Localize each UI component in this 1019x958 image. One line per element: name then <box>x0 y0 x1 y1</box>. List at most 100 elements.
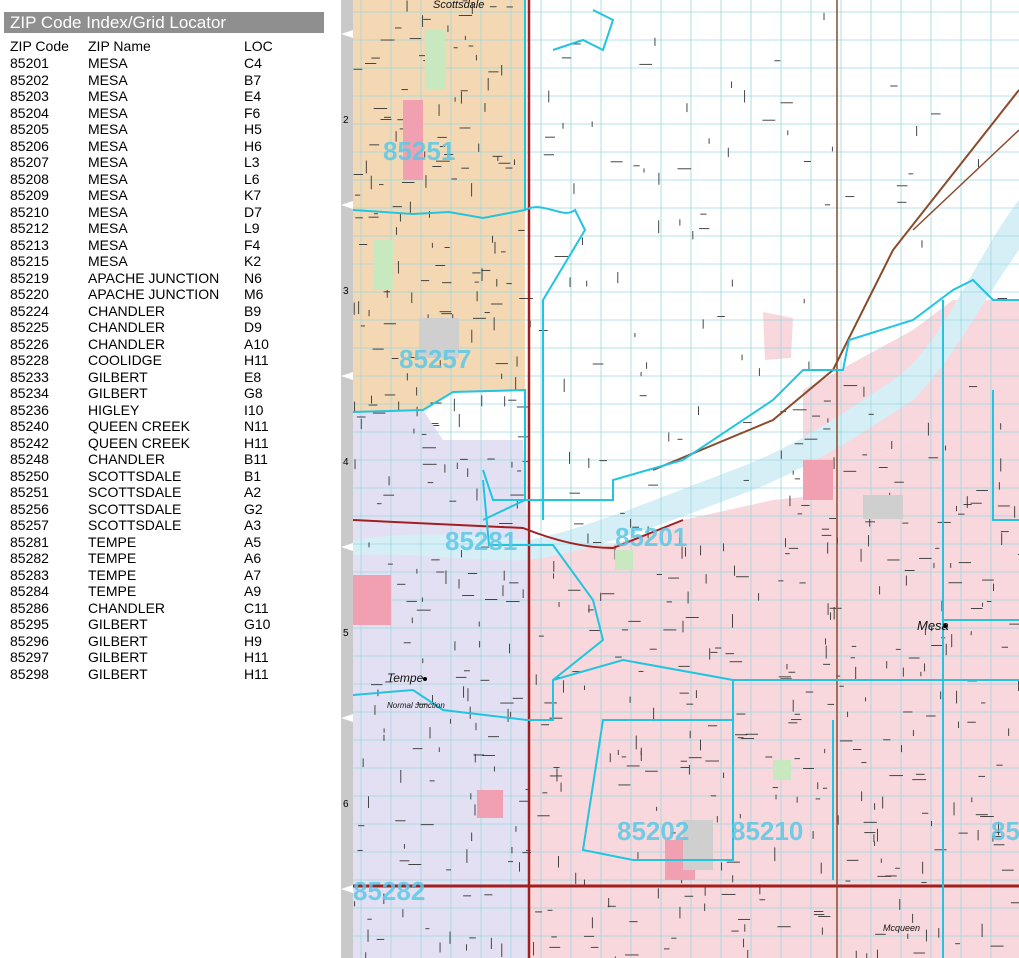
zip-label: 85 <box>991 816 1019 846</box>
ruler-notch <box>341 372 353 380</box>
zip-code: 85219 <box>10 269 49 286</box>
grid-loc: A10 <box>244 335 269 352</box>
zip-index-row: 85205 MESA H5 <box>0 121 330 138</box>
zip-index-row: 85203 MESA E4 <box>0 88 330 105</box>
zip-index-row: 85219 APACHE JUNCTION N6 <box>0 270 330 287</box>
zip-code: 85210 <box>10 203 49 220</box>
zip-code: 85206 <box>10 137 49 154</box>
grid-loc: H5 <box>244 121 262 137</box>
grid-loc: D7 <box>244 203 262 220</box>
grid-loc: A9 <box>244 583 262 599</box>
zip-index-row: 85256 SCOTTSDALE G2 <box>0 501 330 518</box>
zip-code: 85220 <box>10 286 49 302</box>
zip-index-row: 85226 CHANDLER A10 <box>0 336 330 353</box>
grid-row-number: 3 <box>343 286 349 297</box>
zip-name: MESA <box>88 187 128 203</box>
zip-index-row: 85213 MESA F4 <box>0 237 330 254</box>
zip-code: 85234 <box>10 385 49 401</box>
street-map[interactable]: 85251 85257 85281 85201 85202 85210 8528… <box>353 0 1019 958</box>
zip-index-row: 85248 CHANDLER B11 <box>0 451 330 468</box>
zip-name: APACHE JUNCTION <box>88 286 220 302</box>
grid-loc: C4 <box>244 55 262 71</box>
zip-name: MESA <box>88 203 128 220</box>
zip-name: MESA <box>88 88 128 104</box>
zip-index-row: 85283 TEMPE A7 <box>0 567 330 584</box>
zip-code: 85209 <box>10 187 49 203</box>
zip-code: 85236 <box>10 401 49 418</box>
grid-loc: L3 <box>244 154 260 170</box>
zip-index-row: 85233 GILBERT E8 <box>0 369 330 386</box>
ruler-notch <box>341 201 353 209</box>
zip-name: MESA <box>88 220 128 236</box>
zip-name: MESA <box>88 137 128 154</box>
golf-course <box>803 460 833 500</box>
zip-code: 85233 <box>10 368 49 385</box>
zip-code: 85281 <box>10 533 49 550</box>
zip-code: 85208 <box>10 170 49 187</box>
zip-label: 85251 <box>383 136 455 166</box>
grid-loc: E8 <box>244 368 262 385</box>
park <box>373 240 393 290</box>
zip-index-row: 85220 APACHE JUNCTION M6 <box>0 286 330 303</box>
zip-index-row: 85224 CHANDLER B9 <box>0 303 330 320</box>
grid-loc: D9 <box>244 319 262 335</box>
zip-name: SCOTTSDALE <box>88 467 182 484</box>
grid-loc: A6 <box>244 550 262 566</box>
grid-loc: N11 <box>244 418 269 434</box>
park <box>425 30 445 90</box>
zip-code: 85215 <box>10 253 49 269</box>
zip-name: SCOTTSDALE <box>88 517 182 533</box>
grid-loc: A7 <box>244 566 262 583</box>
ruler-notch <box>341 543 353 551</box>
zip-index-row: 85208 MESA L6 <box>0 171 330 188</box>
zip-name: GILBERT <box>88 385 148 401</box>
grid-row-number: 6 <box>343 799 349 810</box>
place-mcqueen: Mcqueen <box>883 923 920 933</box>
zip-code: 85251 <box>10 484 49 500</box>
zip-index-row: 85236 HIGLEY I10 <box>0 402 330 419</box>
grid-loc: H9 <box>244 632 262 649</box>
grid-loc: A3 <box>244 517 262 533</box>
grid-loc: A5 <box>244 533 262 550</box>
zip-code: 85202 <box>10 71 49 88</box>
grid-loc: C11 <box>244 599 269 616</box>
zip-code: 85283 <box>10 566 49 583</box>
zip-code: 85248 <box>10 451 49 467</box>
grid-loc: H11 <box>244 352 269 368</box>
grid-loc: G10 <box>244 616 271 632</box>
zip-index-row: 85210 MESA D7 <box>0 204 330 221</box>
zip-name: CHANDLER <box>88 319 166 335</box>
place-tempe: Tempe <box>387 671 424 685</box>
grid-loc: H11 <box>244 665 269 682</box>
zip-index-row: 85281 TEMPE A5 <box>0 534 330 551</box>
park <box>773 760 791 780</box>
grid-loc: B1 <box>244 467 262 484</box>
zip-name: MESA <box>88 236 128 253</box>
ruler-notch <box>341 714 353 722</box>
header-zip-code: ZIP Code <box>10 38 69 54</box>
zip-index-row: 85297 GILBERT H11 <box>0 649 330 666</box>
zip-index-header: ZIP Code ZIP Name LOC <box>0 38 330 55</box>
zip-index-row: 85204 MESA F6 <box>0 105 330 122</box>
place-tempe-dot <box>423 677 427 681</box>
zip-name: MESA <box>88 104 128 121</box>
zip-code: 85240 <box>10 418 49 434</box>
zip-index-row: 85242 QUEEN CREEK H11 <box>0 435 330 452</box>
grid-loc: M6 <box>244 286 264 302</box>
grid-loc: H6 <box>244 137 262 154</box>
zip-code: 85297 <box>10 649 49 665</box>
place-normal-junction: Normal Junction <box>387 701 445 710</box>
zip-name: QUEEN CREEK <box>88 434 190 451</box>
zip-code: 85228 <box>10 352 49 368</box>
zip-index-row: 85240 QUEEN CREEK N11 <box>0 418 330 435</box>
ruler-notch <box>341 30 353 38</box>
zip-name: CHANDLER <box>88 335 166 352</box>
zip-name: TEMPE <box>88 583 137 599</box>
zip-index-row: 85282 TEMPE A6 <box>0 550 330 567</box>
park <box>615 550 633 570</box>
zip-name: HIGLEY <box>88 401 140 418</box>
zip-name: APACHE JUNCTION <box>88 269 220 286</box>
zip-label: 85210 <box>731 816 803 846</box>
zip-index-row: 85250 SCOTTSDALE B1 <box>0 468 330 485</box>
zip-name: GILBERT <box>88 665 148 682</box>
